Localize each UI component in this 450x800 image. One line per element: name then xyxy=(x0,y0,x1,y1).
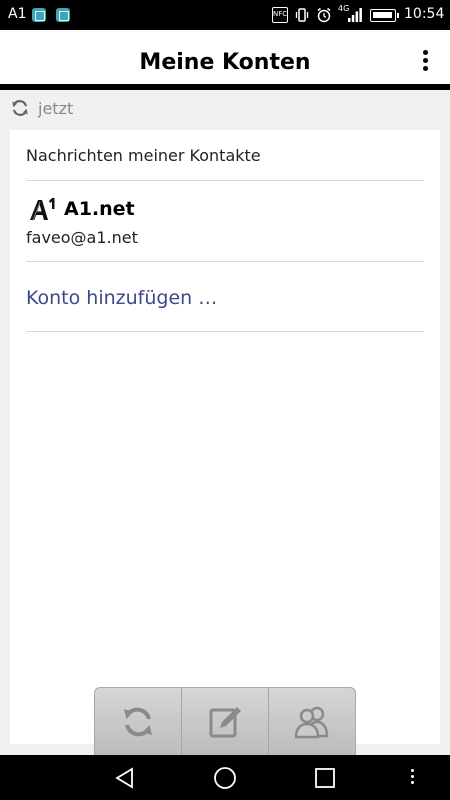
image-notification-icon xyxy=(56,8,70,22)
refresh-icon xyxy=(124,707,152,736)
account-email[interactable]: faveo@a1.net xyxy=(26,228,138,247)
a1-logo-icon xyxy=(30,198,55,221)
contacts-icon xyxy=(294,706,329,738)
app-notification-icon xyxy=(32,8,46,22)
sync-time-label: jetzt xyxy=(38,99,74,118)
overflow-menu-icon[interactable] xyxy=(416,50,434,76)
contacts-button[interactable] xyxy=(269,688,355,755)
compose-icon xyxy=(209,706,241,737)
more-icon[interactable] xyxy=(406,769,418,795)
battery-icon xyxy=(370,9,399,22)
clock: 10:54 xyxy=(404,6,445,22)
home-icon[interactable] xyxy=(212,765,238,791)
alarm-icon xyxy=(316,7,332,28)
carrier-label: A1 xyxy=(8,6,27,22)
navigation-bar xyxy=(0,755,450,800)
compose-button[interactable] xyxy=(182,688,269,755)
signal-icon xyxy=(348,8,362,22)
add-account-link[interactable]: Konto hinzufügen … xyxy=(26,287,217,309)
divider xyxy=(26,331,424,332)
vibrate-icon xyxy=(294,7,310,28)
accounts-card: Nachrichten meiner Kontakte A1.net faveo… xyxy=(10,130,440,744)
status-bar: A1 NFC 4G 10:54 xyxy=(0,0,450,30)
recents-icon[interactable] xyxy=(312,765,338,791)
divider xyxy=(26,261,424,262)
app-bar: Meine Konten xyxy=(0,30,450,90)
page-title: Meine Konten xyxy=(139,50,311,75)
divider xyxy=(26,180,424,181)
contacts-messages-item[interactable]: Nachrichten meiner Kontakte xyxy=(26,146,261,165)
refresh-button[interactable] xyxy=(95,688,182,755)
account-name[interactable]: A1.net xyxy=(64,198,135,220)
action-bar xyxy=(94,687,356,755)
sync-icon[interactable] xyxy=(10,98,30,118)
back-icon[interactable] xyxy=(112,765,138,791)
nfc-icon: NFC xyxy=(272,7,288,23)
